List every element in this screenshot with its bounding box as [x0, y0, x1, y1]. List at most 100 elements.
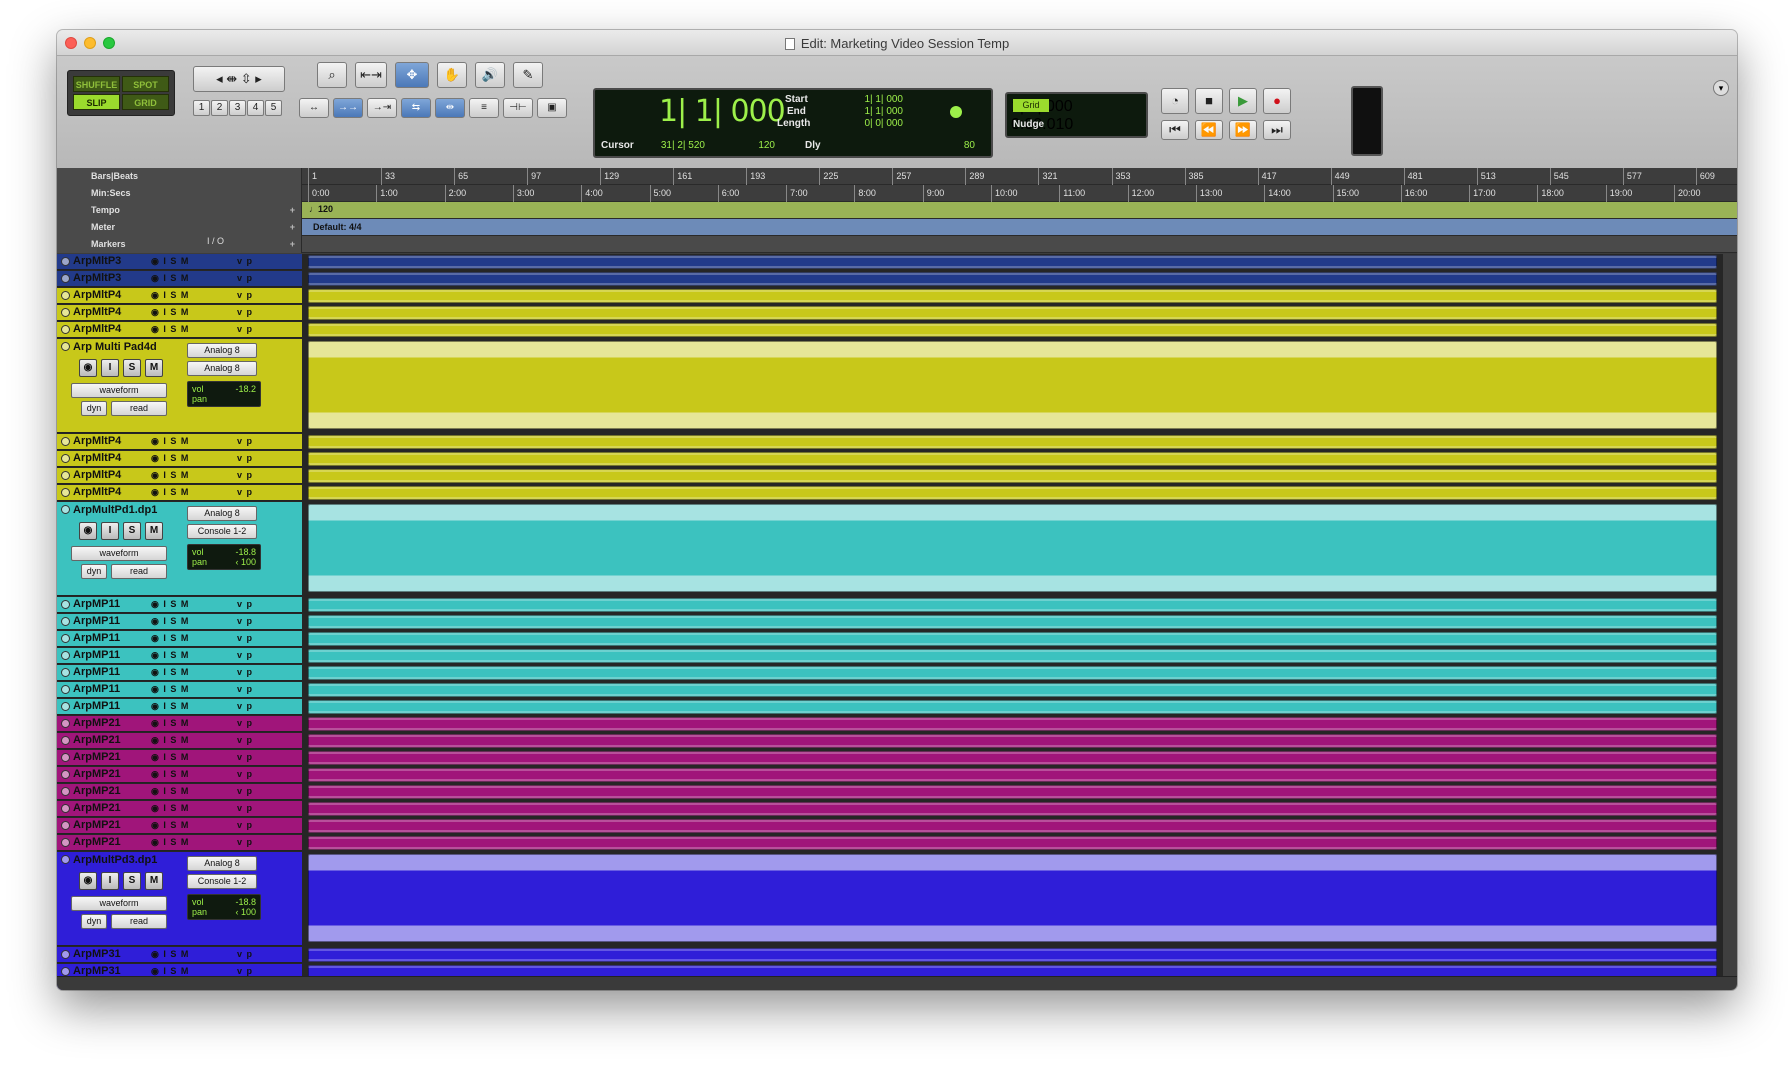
- audio-clip[interactable]: [308, 469, 1717, 483]
- track-row[interactable]: ArpMltP4 ◉ I S M v p: [57, 468, 1737, 484]
- track-name[interactable]: Arp Multi Pad4d: [73, 341, 157, 353]
- volume-pan-display[interactable]: vol -18.8 pan ‹ 100: [187, 544, 261, 570]
- track-vp[interactable]: v p: [237, 684, 253, 694]
- track-select-icon[interactable]: [61, 651, 70, 660]
- solo-button[interactable]: S: [170, 256, 177, 266]
- mute-button[interactable]: M: [181, 436, 190, 446]
- add-tempo-icon[interactable]: +: [290, 202, 295, 219]
- track-name[interactable]: ArpMP21: [73, 751, 121, 763]
- track-vp[interactable]: v p: [237, 701, 253, 711]
- track-header[interactable]: ArpMP21 ◉ I S M v p: [57, 801, 302, 817]
- mute-button[interactable]: M: [181, 752, 190, 762]
- audio-clip[interactable]: [308, 255, 1717, 269]
- solo-button[interactable]: S: [170, 820, 177, 830]
- voice-button[interactable]: v: [237, 684, 243, 694]
- mute-button[interactable]: M: [181, 701, 190, 711]
- audio-clip[interactable]: [308, 435, 1717, 449]
- solo-button[interactable]: S: [170, 786, 177, 796]
- mute-button[interactable]: M: [181, 820, 190, 830]
- smart-tool-button[interactable]: ▣: [537, 98, 567, 118]
- playlist-button[interactable]: p: [247, 487, 254, 497]
- solo-button[interactable]: S: [170, 684, 177, 694]
- track-solo-mute[interactable]: ◉ I S M: [151, 616, 189, 627]
- track-header[interactable]: ArpMP31 ◉ I S M v p: [57, 947, 302, 963]
- track-vp[interactable]: v p: [237, 769, 253, 779]
- track-solo-mute[interactable]: ◉ I S M: [151, 718, 189, 729]
- track-vp[interactable]: v p: [237, 803, 253, 813]
- track-name[interactable]: ArpMltP4: [73, 452, 121, 464]
- track-header[interactable]: ArpMP21 ◉ I S M v p: [57, 716, 302, 732]
- automation-mode-select[interactable]: read: [111, 564, 167, 579]
- solo-button[interactable]: S: [170, 803, 177, 813]
- pencil-tool-button[interactable]: ✎: [513, 62, 543, 88]
- track-vp[interactable]: v p: [237, 718, 253, 728]
- track-select-icon[interactable]: [61, 770, 70, 779]
- track-vp[interactable]: v p: [237, 735, 253, 745]
- zoom-preset-4[interactable]: 4: [247, 100, 264, 116]
- track-header[interactable]: ArpMltP4 ◉ I S M v p: [57, 305, 302, 321]
- mute-button[interactable]: M: [145, 359, 163, 377]
- zoom-preset-1[interactable]: 1: [193, 100, 210, 116]
- audio-clip[interactable]: [308, 486, 1717, 500]
- track-vp[interactable]: v p: [237, 324, 253, 334]
- track-solo-mute[interactable]: ◉ I S M: [151, 599, 189, 610]
- track-solo-mute[interactable]: ◉ I S M: [151, 453, 189, 464]
- track-select-icon[interactable]: [61, 719, 70, 728]
- track-row[interactable]: ArpMP21 ◉ I S M v p: [57, 750, 1737, 766]
- input-monitor-button[interactable]: I: [163, 718, 167, 728]
- track-name[interactable]: ArpMP21: [73, 819, 121, 831]
- meter-marker[interactable]: Default: 4/4: [313, 222, 362, 232]
- mute-button[interactable]: M: [181, 470, 190, 480]
- solo-button[interactable]: S: [170, 752, 177, 762]
- track-name[interactable]: ArpMP31: [73, 948, 121, 960]
- track-solo-mute[interactable]: ◉ I S M: [151, 786, 189, 797]
- audio-clip[interactable]: [308, 751, 1717, 765]
- mute-button[interactable]: M: [181, 667, 190, 677]
- voice-button[interactable]: v: [237, 324, 243, 334]
- track-view-select[interactable]: waveform: [71, 383, 167, 398]
- voice-button[interactable]: v: [237, 735, 243, 745]
- playlist-button[interactable]: p: [247, 786, 254, 796]
- track-row[interactable]: ArpMltP4 ◉ I S M v p: [57, 322, 1737, 338]
- mute-button[interactable]: M: [181, 453, 190, 463]
- playlist-button[interactable]: p: [247, 256, 254, 266]
- volume-value[interactable]: -18.8: [235, 897, 256, 907]
- playlist-button[interactable]: p: [247, 616, 254, 626]
- mute-button[interactable]: M: [181, 949, 190, 959]
- track-row[interactable]: ArpMP11 ◉ I S M v p: [57, 665, 1737, 681]
- track-name[interactable]: ArpMltP3: [73, 255, 121, 267]
- voice-button[interactable]: v: [237, 769, 243, 779]
- track-header[interactable]: ArpMP11 ◉ I S M v p: [57, 631, 302, 647]
- track-vp[interactable]: v p: [237, 837, 253, 847]
- playlist-button[interactable]: p: [247, 735, 254, 745]
- track-vp[interactable]: v p: [237, 616, 253, 626]
- solo-button[interactable]: S: [170, 701, 177, 711]
- track-vp[interactable]: v p: [237, 307, 253, 317]
- track-select-icon[interactable]: [61, 736, 70, 745]
- audio-clip[interactable]: [308, 649, 1717, 663]
- track-solo-mute[interactable]: ◉ I S M: [151, 307, 189, 318]
- track-row[interactable]: ArpMP21 ◉ I S M v p: [57, 767, 1737, 783]
- solo-button[interactable]: S: [170, 735, 177, 745]
- track-row[interactable]: ArpMP11 ◉ I S M v p: [57, 699, 1737, 715]
- track-vp[interactable]: v p: [237, 487, 253, 497]
- track-header[interactable]: ArpMP11 ◉ I S M v p: [57, 648, 302, 664]
- track-solo-mute[interactable]: ◉ I S M: [151, 290, 189, 301]
- shuffle-mode-button[interactable]: SHUFFLE: [73, 76, 120, 92]
- track-row[interactable]: ArpMP11 ◉ I S M v p: [57, 597, 1737, 613]
- input-monitor-button[interactable]: I: [163, 273, 167, 283]
- audio-clip[interactable]: [308, 615, 1717, 629]
- playlist-button[interactable]: p: [247, 949, 254, 959]
- solo-button[interactable]: S: [170, 273, 177, 283]
- track-name[interactable]: ArpMP11: [73, 598, 120, 610]
- output-select[interactable]: Analog 8: [187, 361, 257, 376]
- input-monitor-button[interactable]: I: [163, 470, 167, 480]
- track-select-icon[interactable]: [61, 804, 70, 813]
- spot-mode-button[interactable]: SPOT: [122, 76, 169, 92]
- mute-button[interactable]: M: [181, 256, 190, 266]
- track-header[interactable]: ArpMltP4 ◉ I S M v p: [57, 468, 302, 484]
- automation-mode-select[interactable]: read: [111, 914, 167, 929]
- track-solo-mute[interactable]: ◉ I S M: [151, 701, 189, 712]
- playlist-button[interactable]: p: [247, 453, 254, 463]
- solo-button[interactable]: S: [170, 470, 177, 480]
